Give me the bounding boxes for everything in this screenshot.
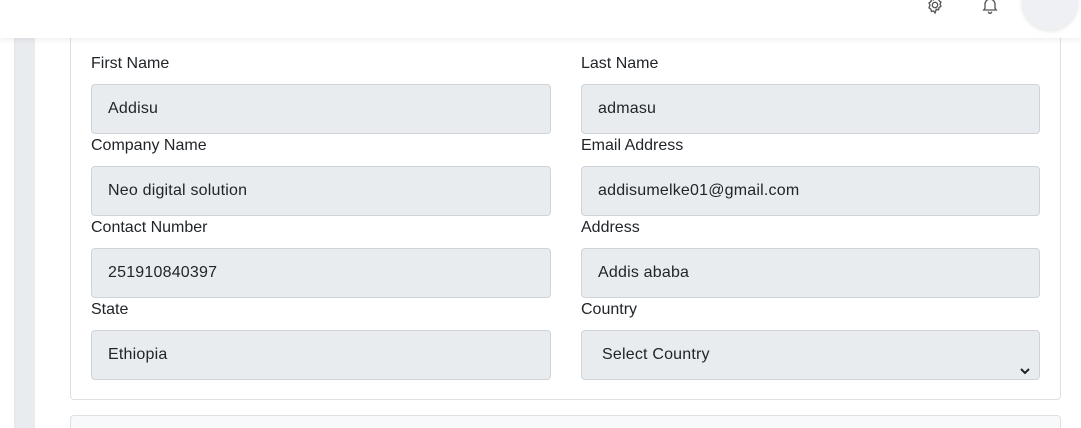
first-name-input[interactable]: Addisu xyxy=(91,84,551,134)
first-name-group: First Name Addisu xyxy=(91,54,551,134)
last-name-group: Last Name admasu xyxy=(581,54,1041,134)
email-address-group: Email Address addisumelke01@gmail.com xyxy=(581,136,1041,216)
address-input[interactable]: Addis ababa xyxy=(581,248,1040,298)
avatar[interactable] xyxy=(1022,0,1078,30)
country-select-value: Select Country xyxy=(602,346,710,363)
address-group: Address Addis ababa xyxy=(581,218,1041,298)
next-card xyxy=(70,415,1061,428)
address-label: Address xyxy=(581,219,640,236)
page: First Name Addisu Last Name admasu Compa… xyxy=(0,0,1081,428)
top-navbar xyxy=(0,0,1081,38)
company-name-input[interactable]: Neo digital solution xyxy=(91,166,551,216)
company-name-group: Company Name Neo digital solution xyxy=(91,136,551,216)
bell-icon[interactable] xyxy=(979,0,1001,16)
email-address-label: Email Address xyxy=(581,137,684,154)
first-name-label: First Name xyxy=(91,55,170,72)
email-address-input[interactable]: addisumelke01@gmail.com xyxy=(581,166,1040,216)
country-label: Country xyxy=(581,301,638,318)
chevron-down-icon xyxy=(1019,349,1031,397)
sidebar-edge xyxy=(0,0,15,428)
state-label: State xyxy=(91,301,129,318)
country-select[interactable]: Select Country xyxy=(581,330,1040,380)
sidebar-gutter xyxy=(15,0,35,428)
state-input[interactable]: Ethiopia xyxy=(91,330,551,380)
contact-number-group: Contact Number 251910840397 xyxy=(91,218,551,298)
gear-icon[interactable] xyxy=(924,0,946,16)
state-group: State Ethiopia xyxy=(91,300,551,380)
country-group: Country Select Country xyxy=(581,300,1041,380)
last-name-input[interactable]: admasu xyxy=(581,84,1040,134)
contact-number-input[interactable]: 251910840397 xyxy=(91,248,551,298)
last-name-label: Last Name xyxy=(581,55,659,72)
company-name-label: Company Name xyxy=(91,137,207,154)
contact-number-label: Contact Number xyxy=(91,219,208,236)
